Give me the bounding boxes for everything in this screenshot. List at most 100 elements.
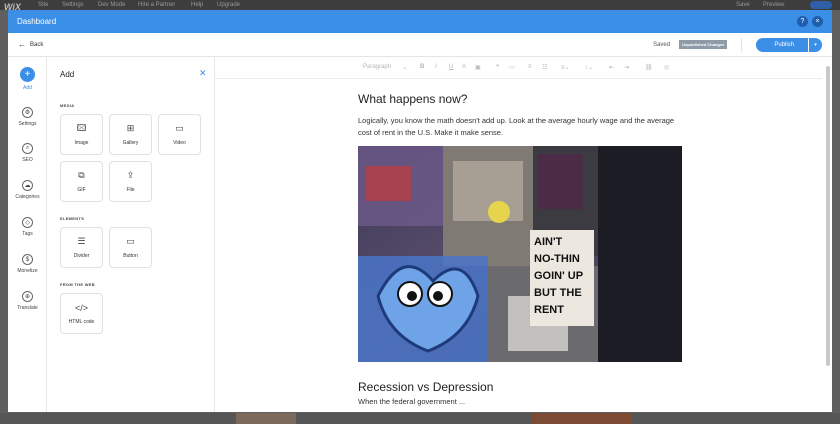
- bg-menu-help: Help: [191, 2, 204, 8]
- close-icon[interactable]: ✕: [199, 68, 207, 79]
- tile-label: Button: [123, 252, 138, 259]
- add-gif-tile[interactable]: ⧉ GIF: [60, 161, 103, 202]
- sidebar-item-categories[interactable]: ☁ Categories: [8, 180, 47, 200]
- button-icon: ▭: [126, 236, 135, 246]
- upload-icon: ⇪: [126, 170, 135, 180]
- more-options-icon[interactable]: ◎: [664, 64, 669, 71]
- sidebar-item-label: Categories: [15, 194, 40, 200]
- left-sidebar: + Add ⚙ Settings ⌕ SEO ☁ Categories ◇ Ta…: [8, 57, 47, 412]
- tile-label: Gallery: [122, 139, 139, 146]
- editor-scrollbar[interactable]: [826, 66, 830, 366]
- globe-icon: ⊕: [22, 291, 33, 302]
- section-label-web: FROM THE WEB: [60, 282, 95, 287]
- add-file-tile[interactable]: ⇪ File: [109, 161, 152, 202]
- background-canvas-photo: [236, 413, 296, 424]
- tile-label: Image: [74, 139, 89, 146]
- bold-icon[interactable]: B: [420, 64, 424, 70]
- modal-header: Dashboard ? ×: [8, 10, 832, 33]
- sidebar-item-label: Tags: [22, 231, 33, 237]
- paragraph-style-select[interactable]: Paragraph: [363, 64, 391, 70]
- back-label: Back: [30, 41, 44, 48]
- dashboard-modal: Dashboard ? × ← Back Saved Unpublished C…: [8, 10, 832, 412]
- search-icon: ⌕: [22, 143, 33, 154]
- sidebar-item-monetize[interactable]: $ Monetize: [8, 254, 47, 274]
- sidebar-item-add[interactable]: + Add: [8, 67, 47, 91]
- sidebar-item-label: SEO: [22, 157, 33, 163]
- divider-icon: ☰: [77, 236, 86, 246]
- bg-upgrade-button: [810, 1, 832, 9]
- post-paragraph-1[interactable]: Logically, you know the math doesn't add…: [358, 115, 676, 139]
- dollar-icon: $: [22, 254, 33, 265]
- background-topbar: WiX Site Settings Dev Mode Hire a Partne…: [0, 0, 840, 12]
- tile-label: HTML code: [68, 318, 95, 325]
- editor-toolbar: ← Back Saved Unpublished Changes Publish…: [8, 33, 832, 57]
- graffiti-text-line: NO-THIN: [534, 253, 580, 265]
- bg-menu-hire: Hire a Partner: [138, 2, 176, 8]
- chevron-down-icon[interactable]: ⌄: [402, 64, 407, 71]
- link-icon[interactable]: ⛓: [645, 64, 653, 71]
- post-editor: Paragraph ⌄ B I U A ▣ ❞ ▭ ≡ ☷ ≡⌄ ↕⌄ ⇤ ⇥ …: [215, 57, 832, 412]
- quote-icon[interactable]: ❞: [496, 64, 499, 71]
- publish-group: Publish ▾: [756, 37, 822, 52]
- add-image-tile[interactable]: 🖾 Image: [60, 114, 103, 155]
- code-block-icon[interactable]: ▭: [509, 64, 515, 71]
- panel-title: Add: [60, 70, 75, 79]
- add-divider-tile[interactable]: ☰ Divider: [60, 227, 103, 268]
- sidebar-item-settings[interactable]: ⚙ Settings: [8, 107, 47, 127]
- toolbar-divider: [741, 37, 743, 52]
- add-video-tile[interactable]: ▭ Video: [158, 114, 201, 155]
- close-icon[interactable]: ×: [812, 16, 823, 27]
- graffiti-text-line: GOIN' UP: [534, 270, 583, 282]
- gear-icon: ⚙: [22, 107, 33, 118]
- tile-label: Divider: [73, 252, 90, 259]
- plus-icon: +: [20, 67, 35, 82]
- increase-indent-icon[interactable]: ⇥: [624, 64, 629, 71]
- sidebar-item-tags[interactable]: ◇ Tags: [8, 217, 47, 237]
- post-image-graffiti[interactable]: AIN'T NO-THIN GOIN' UP BUT THE RENT: [358, 146, 682, 362]
- bg-save: Save: [736, 2, 750, 8]
- line-spacing-icon[interactable]: ↕⌄: [585, 64, 593, 71]
- sidebar-item-translate[interactable]: ⊕ Translate: [8, 291, 47, 311]
- unpublished-badge: Unpublished Changes: [679, 40, 728, 49]
- graffiti-text-line: RENT: [534, 304, 564, 316]
- back-button[interactable]: ← Back: [18, 40, 43, 49]
- publish-button[interactable]: Publish: [756, 37, 808, 52]
- numbered-list-icon[interactable]: ≡: [528, 64, 532, 70]
- image-icon: 🖾: [76, 122, 87, 133]
- background-canvas-banner: [532, 413, 632, 424]
- post-paragraph-2[interactable]: When the federal government ...: [358, 396, 676, 408]
- section-label-media: MEDIA: [60, 103, 75, 108]
- sidebar-item-seo[interactable]: ⌕ SEO: [8, 143, 47, 163]
- chevron-down-icon[interactable]: ▾: [809, 37, 822, 52]
- graffiti-text-line: BUT THE: [534, 287, 582, 299]
- post-heading-2[interactable]: Recession vs Depression: [358, 380, 682, 394]
- arrow-left-icon: ←: [18, 40, 26, 49]
- bulleted-list-icon[interactable]: ☷: [542, 64, 547, 71]
- tile-label: File: [126, 186, 135, 193]
- post-content: What happens now? Logically, you know th…: [358, 92, 682, 408]
- tile-label: Video: [173, 139, 186, 146]
- add-html-tile[interactable]: </> HTML code: [60, 293, 103, 334]
- highlight-icon[interactable]: ▣: [475, 64, 481, 71]
- gallery-icon: ⊞: [126, 123, 135, 133]
- tile-label: GIF: [77, 186, 86, 193]
- align-icon[interactable]: ≡⌄: [561, 64, 570, 71]
- add-panel: Add ✕ MEDIA 🖾 Image ⊞ Gallery ▭ Video ⧉ …: [47, 57, 215, 412]
- section-label-elements: ELEMENTS: [60, 216, 85, 221]
- bg-preview: Preview: [763, 2, 785, 8]
- background-canvas: [0, 413, 840, 424]
- sidebar-item-label: Translate: [17, 305, 38, 311]
- bg-menu-upgrade: Upgrade: [217, 2, 241, 8]
- bg-menu-site: Site: [38, 2, 49, 8]
- decrease-indent-icon[interactable]: ⇤: [609, 64, 614, 71]
- underline-icon[interactable]: U: [449, 64, 453, 70]
- bg-menu-settings: Settings: [62, 2, 84, 8]
- text-color-icon[interactable]: A: [462, 64, 466, 70]
- add-gallery-tile[interactable]: ⊞ Gallery: [109, 114, 152, 155]
- post-heading-1[interactable]: What happens now?: [358, 92, 682, 106]
- help-icon[interactable]: ?: [797, 16, 808, 27]
- sidebar-item-label: Add: [23, 85, 32, 91]
- add-button-tile[interactable]: ▭ Button: [109, 227, 152, 268]
- tag-icon: ◇: [22, 217, 33, 228]
- italic-icon[interactable]: I: [435, 64, 437, 70]
